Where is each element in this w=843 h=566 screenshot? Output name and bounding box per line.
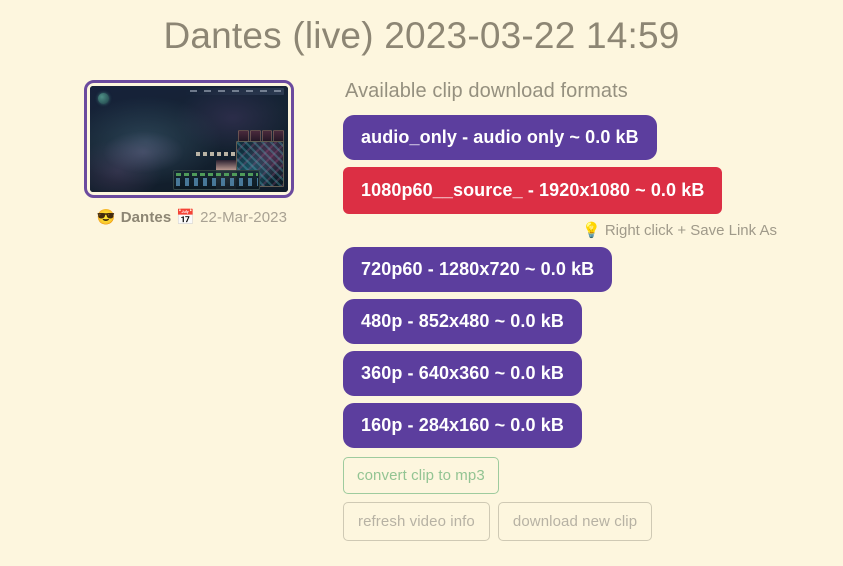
format-row-160p: 160p - 284x160 ~ 0.0 kB: [343, 403, 843, 449]
clip-metadata: 😎 Dantes 📅 22-Mar-2023: [84, 209, 300, 226]
calendar-icon: 📅: [176, 209, 196, 227]
download-formats-column: Available clip download formats audio_on…: [300, 80, 843, 542]
uploader-name: Dantes: [120, 209, 172, 227]
download-format-360p[interactable]: 360p - 640x360 ~ 0.0 kB: [343, 351, 582, 397]
save-link-hint: 💡 Right click + Save Link As: [343, 221, 843, 239]
game-hud-bar: [173, 170, 261, 191]
download-format-480p[interactable]: 480p - 852x480 ~ 0.0 kB: [343, 299, 582, 345]
convert-clip-to-mp3-button[interactable]: convert clip to mp3: [343, 457, 499, 495]
secondary-actions-row: refresh video info download new clip: [343, 502, 843, 542]
convert-row: convert clip to mp3: [343, 457, 843, 495]
clip-date: 22-Mar-2023: [200, 209, 288, 227]
refresh-video-info-button[interactable]: refresh video info: [343, 502, 490, 542]
game-scoreboard-bar: [185, 88, 284, 96]
download-format-audio-only[interactable]: audio_only - audio only ~ 0.0 kB: [343, 115, 657, 161]
format-row-360p: 360p - 640x360 ~ 0.0 kB: [343, 351, 843, 397]
main-content: 😎 Dantes 📅 22-Mar-2023 Available clip do…: [0, 59, 843, 542]
format-row-720p60: 720p60 - 1280x720 ~ 0.0 kB: [343, 247, 843, 293]
game-kill-text: [196, 152, 236, 157]
page-title: Dantes (live) 2023-03-22 14:59: [163, 15, 680, 56]
sunglasses-face-icon: 😎: [96, 209, 116, 227]
download-new-clip-button[interactable]: download new clip: [497, 502, 653, 542]
save-link-hint-text: Right click + Save Link As: [604, 222, 777, 240]
download-format-720p60[interactable]: 720p60 - 1280x720 ~ 0.0 kB: [343, 247, 613, 293]
clip-thumbnail[interactable]: [84, 80, 294, 199]
format-row-audio-only: audio_only - audio only ~ 0.0 kB: [343, 115, 843, 161]
format-row-1080p60-source: 1080p60__source_ - 1920x1080 ~ 0.0 kB: [343, 167, 843, 215]
download-format-1080p60-source[interactable]: 1080p60__source_ - 1920x1080 ~ 0.0 kB: [343, 167, 723, 215]
clip-preview-column: 😎 Dantes 📅 22-Mar-2023: [84, 80, 300, 226]
formats-heading: Available clip download formats: [345, 80, 628, 103]
game-scene-mist: [101, 130, 186, 174]
lightbulb-icon: 💡: [581, 222, 601, 240]
download-format-160p[interactable]: 160p - 284x160 ~ 0.0 kB: [343, 403, 582, 449]
format-row-480p: 480p - 852x480 ~ 0.0 kB: [343, 299, 843, 345]
clip-thumbnail-image: [90, 86, 288, 193]
